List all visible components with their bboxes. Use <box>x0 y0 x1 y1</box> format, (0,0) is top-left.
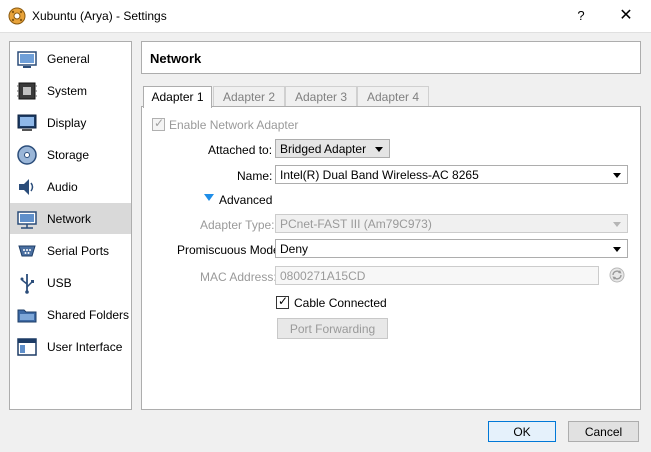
sidebar-item-label: USB <box>47 276 72 290</box>
usb-icon <box>20 274 34 294</box>
tab-adapter-4[interactable]: Adapter 4 <box>357 86 429 107</box>
chevron-down-icon <box>375 147 383 152</box>
help-button[interactable]: ? <box>567 6 595 26</box>
ok-button[interactable]: OK <box>488 421 556 442</box>
enable-adapter-checkbox[interactable]: ✓ <box>152 116 165 131</box>
enable-adapter-label: Enable Network Adapter <box>169 118 299 132</box>
chevron-down-icon <box>613 173 621 178</box>
chevron-down-icon <box>613 222 621 227</box>
sidebar-item-label: Serial Ports <box>47 244 110 258</box>
adapter-name-value: Intel(R) Dual Band Wireless-AC 8265 <box>280 168 479 182</box>
expand-triangle-icon[interactable] <box>204 194 214 202</box>
check-icon: ✓ <box>278 294 289 308</box>
attached-to-select[interactable]: Bridged Adapter <box>275 139 390 158</box>
sidebar-item-display[interactable]: Display <box>10 107 131 138</box>
attached-to-value: Bridged Adapter <box>280 142 367 156</box>
sidebar-item-usb[interactable]: USB <box>10 267 131 298</box>
sidebar-item-system[interactable]: System <box>10 75 131 106</box>
page-title: Network <box>150 51 202 66</box>
mac-address-label: MAC Address: <box>200 270 277 284</box>
sidebar-item-label: General <box>47 52 90 66</box>
network-icon <box>17 211 37 229</box>
title-bar: Xubuntu (Arya) - Settings ? ✕ <box>0 0 651 33</box>
tab-adapter-1[interactable]: Adapter 1 <box>143 86 212 108</box>
sidebar-item-label: Network <box>47 212 92 226</box>
page-header: Network <box>141 41 641 74</box>
sidebar-item-network[interactable]: Network <box>10 203 131 234</box>
sidebar-item-label: User Interface <box>47 340 123 354</box>
sidebar-item-label: Audio <box>47 180 78 194</box>
sidebar-item-label: System <box>47 84 88 98</box>
sidebar-item-storage[interactable]: Storage <box>10 139 131 170</box>
sidebar-item-audio[interactable]: Audio <box>10 171 131 202</box>
sidebar-item-label: Storage <box>47 148 90 162</box>
sidebar-item-label: Display <box>47 116 87 130</box>
promiscuous-mode-label: Promiscuous Mode: <box>177 243 284 257</box>
mac-address-value: 0800271A15CD <box>280 269 366 283</box>
serial-ports-icon <box>18 245 36 257</box>
advanced-toggle[interactable]: Advanced <box>219 193 272 207</box>
sidebar-item-label: Shared Folders <box>47 308 130 322</box>
promiscuous-mode-value: Deny <box>280 242 309 256</box>
cable-connected-checkbox[interactable]: ✓ <box>276 294 289 309</box>
port-forwarding-button[interactable]: Port Forwarding <box>277 318 388 339</box>
audio-icon <box>19 179 34 195</box>
virtualbox-app-icon <box>8 7 26 25</box>
user-interface-icon <box>17 338 37 356</box>
general-icon <box>17 51 37 68</box>
sidebar-item-serial-ports[interactable]: Serial Ports <box>10 235 131 266</box>
adapter-name-select[interactable]: Intel(R) Dual Band Wireless-AC 8265 <box>275 165 628 184</box>
refresh-mac-icon[interactable] <box>608 266 626 284</box>
shared-folders-icon <box>17 309 37 323</box>
display-icon <box>17 114 37 131</box>
storage-icon <box>17 145 37 165</box>
tab-adapter-2[interactable]: Adapter 2 <box>213 86 285 107</box>
cable-connected-label: Cable Connected <box>294 296 387 310</box>
settings-sidebar: General System Display Storage Audio Net… <box>9 41 132 410</box>
attached-to-label: Attached to: <box>208 143 273 157</box>
cancel-button[interactable]: Cancel <box>568 421 639 442</box>
promiscuous-mode-select[interactable]: Deny <box>275 239 628 258</box>
close-button[interactable]: ✕ <box>612 6 640 26</box>
chevron-down-icon <box>613 247 621 252</box>
sidebar-item-general[interactable]: General <box>10 43 131 74</box>
system-icon <box>17 82 37 100</box>
check-icon: ✓ <box>154 116 165 130</box>
tab-adapter-3[interactable]: Adapter 3 <box>285 86 357 107</box>
adapter-type-select[interactable]: PCnet-FAST III (Am79C973) <box>275 214 628 233</box>
sidebar-item-shared-folders[interactable]: Shared Folders <box>10 299 131 330</box>
mac-address-field[interactable]: 0800271A15CD <box>275 266 599 285</box>
adapter-type-label: Adapter Type: <box>200 218 275 232</box>
name-label: Name: <box>237 169 273 183</box>
sidebar-item-user-interface[interactable]: User Interface <box>10 331 131 362</box>
window-title: Xubuntu (Arya) - Settings <box>32 9 167 23</box>
adapter-type-value: PCnet-FAST III (Am79C973) <box>280 217 432 231</box>
